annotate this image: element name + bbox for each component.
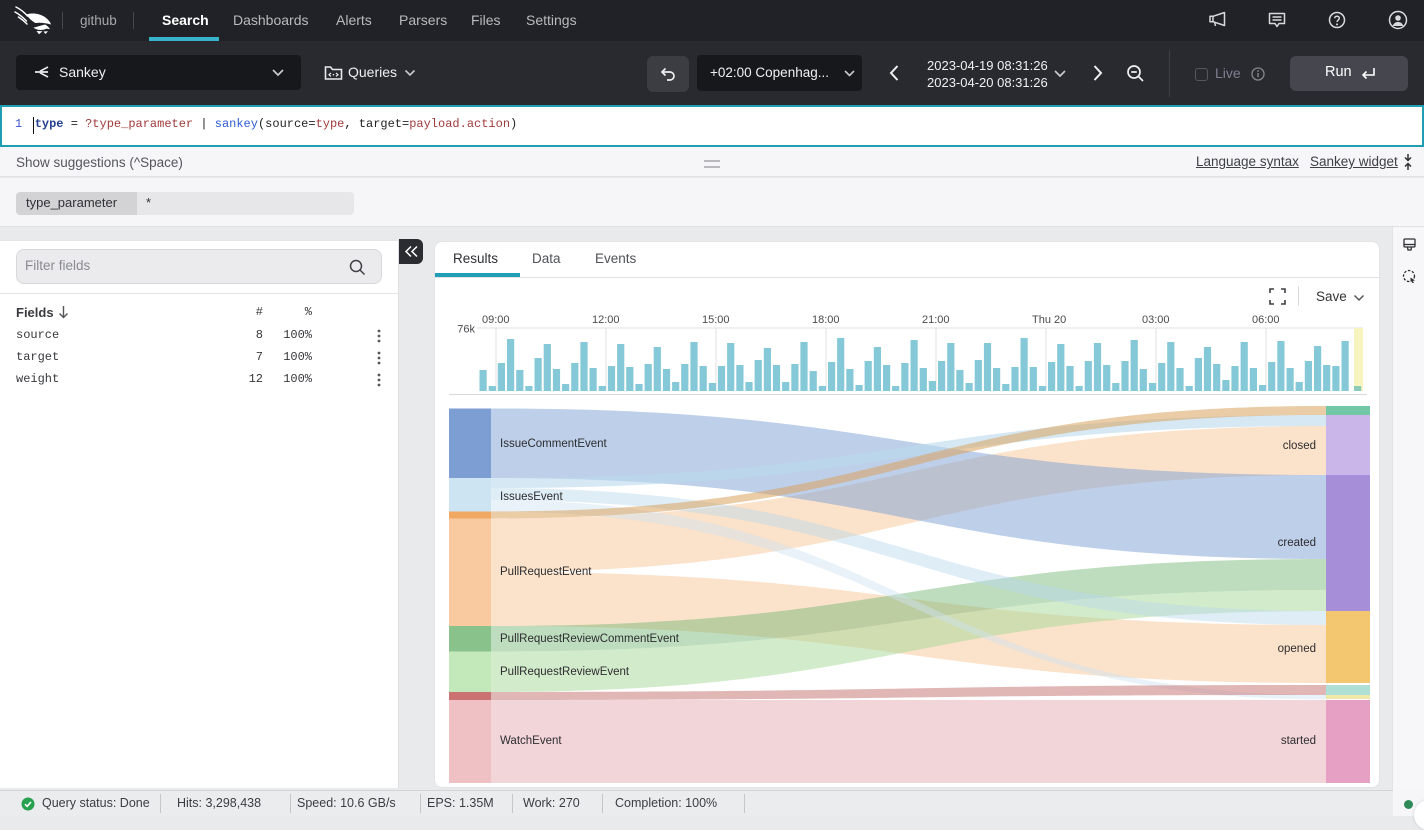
svg-text:03:00: 03:00 (1142, 314, 1170, 326)
svg-text:started: started (1281, 735, 1316, 747)
svg-text:Thu 20: Thu 20 (1032, 314, 1066, 326)
svg-text:created: created (1278, 537, 1316, 549)
svg-text:12:00: 12:00 (592, 314, 620, 326)
svg-text:18:00: 18:00 (812, 314, 840, 326)
svg-text:IssuesEvent: IssuesEvent (500, 491, 563, 503)
svg-text:15:00: 15:00 (702, 314, 730, 326)
svg-text:WatchEvent: WatchEvent (500, 735, 562, 747)
svg-text:PullRequestEvent: PullRequestEvent (500, 566, 592, 578)
svg-text:76k: 76k (457, 324, 475, 336)
svg-text:opened: opened (1278, 643, 1316, 655)
svg-text:PullRequestReviewEvent: PullRequestReviewEvent (500, 666, 630, 678)
svg-text:PullRequestReviewCommentEvent: PullRequestReviewCommentEvent (500, 633, 680, 645)
svg-text:21:00: 21:00 (922, 314, 950, 326)
svg-text:closed: closed (1283, 440, 1316, 452)
svg-text:06:00: 06:00 (1252, 314, 1280, 326)
svg-text:09:00: 09:00 (482, 314, 510, 326)
svg-text:IssueCommentEvent: IssueCommentEvent (500, 438, 608, 450)
